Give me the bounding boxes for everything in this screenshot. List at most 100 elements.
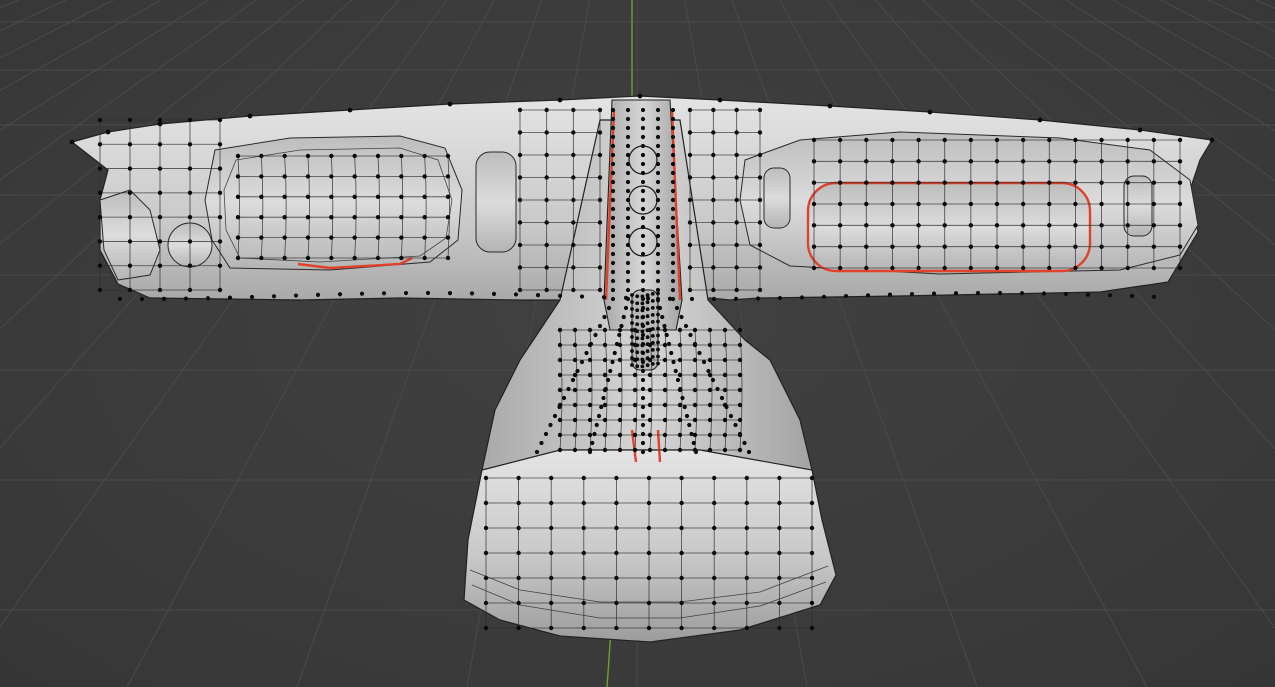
vertex[interactable]: [1151, 180, 1157, 185]
vertex[interactable]: [734, 197, 739, 203]
vertex[interactable]: [588, 341, 594, 347]
vertex[interactable]: [399, 194, 404, 199]
vertex[interactable]: [483, 475, 489, 481]
vertex[interactable]: [994, 223, 1000, 228]
vertex[interactable]: [737, 357, 743, 363]
vertex[interactable]: [646, 625, 652, 631]
vertex[interactable]: [1073, 201, 1078, 207]
vertex[interactable]: [734, 220, 739, 225]
vertex[interactable]: [1099, 159, 1104, 164]
vertex[interactable]: [1177, 265, 1183, 271]
vertex[interactable]: [1177, 201, 1183, 207]
vertex[interactable]: [890, 180, 895, 185]
vertex[interactable]: [1125, 159, 1130, 164]
vertex[interactable]: [422, 255, 427, 261]
vertex[interactable]: [625, 251, 631, 257]
vertex[interactable]: [610, 116, 616, 122]
vertex[interactable]: [517, 130, 523, 135]
vertex[interactable]: [217, 239, 223, 244]
vertex[interactable]: [247, 113, 253, 119]
vertex[interactable]: [581, 500, 586, 506]
vertex[interactable]: [670, 251, 676, 257]
vertex[interactable]: [597, 323, 603, 329]
vertex[interactable]: [942, 244, 947, 249]
vertex[interactable]: [728, 413, 734, 419]
vertex[interactable]: [710, 377, 716, 383]
vertex[interactable]: [614, 341, 620, 347]
vertex[interactable]: [811, 180, 817, 185]
vertex[interactable]: [572, 327, 578, 333]
mesh-right-recess[interactable]: [807, 182, 1091, 272]
vertex[interactable]: [630, 293, 634, 297]
vertex[interactable]: [614, 575, 619, 581]
vertex[interactable]: [621, 314, 626, 320]
vertex[interactable]: [677, 372, 683, 378]
vertex[interactable]: [777, 625, 782, 631]
vertex[interactable]: [679, 314, 684, 320]
vertex[interactable]: [69, 139, 75, 145]
vertex[interactable]: [677, 402, 683, 408]
vertex[interactable]: [630, 363, 634, 367]
vertex[interactable]: [656, 361, 660, 366]
vertex[interactable]: [516, 575, 521, 581]
vertex[interactable]: [399, 255, 404, 261]
vertex[interactable]: [811, 137, 817, 143]
vertex[interactable]: [640, 287, 646, 293]
vertex[interactable]: [375, 255, 381, 261]
vertex[interactable]: [1099, 201, 1104, 207]
vertex[interactable]: [890, 137, 895, 143]
vertex[interactable]: [677, 432, 683, 438]
vertex[interactable]: [1037, 117, 1043, 123]
vertex[interactable]: [1125, 180, 1130, 185]
vertex[interactable]: [282, 174, 287, 179]
vertex[interactable]: [733, 296, 739, 301]
vertex[interactable]: [645, 293, 650, 298]
vertex[interactable]: [799, 295, 805, 300]
vertex[interactable]: [625, 287, 631, 293]
vertex[interactable]: [692, 417, 698, 423]
vertex[interactable]: [994, 137, 1000, 143]
vertex[interactable]: [625, 215, 631, 221]
vertex[interactable]: [597, 287, 603, 293]
vertex[interactable]: [724, 404, 729, 410]
vertex[interactable]: [890, 244, 895, 249]
vertex[interactable]: [587, 327, 593, 333]
vertex[interactable]: [655, 197, 661, 203]
vertex[interactable]: [517, 287, 523, 293]
vertex[interactable]: [655, 260, 661, 266]
vertex[interactable]: [737, 417, 743, 423]
vertex[interactable]: [516, 600, 521, 606]
vertex[interactable]: [722, 357, 728, 363]
vertex[interactable]: [662, 432, 668, 438]
vertex[interactable]: [630, 356, 634, 360]
vertex[interactable]: [635, 343, 640, 348]
vertex[interactable]: [707, 357, 713, 363]
vertex[interactable]: [1177, 223, 1183, 228]
vertex[interactable]: [347, 107, 353, 113]
vertex[interactable]: [517, 175, 523, 180]
vertex[interactable]: [864, 180, 869, 185]
vertex[interactable]: [687, 242, 693, 248]
vertex[interactable]: [445, 215, 451, 220]
vertex[interactable]: [689, 296, 695, 302]
vertex[interactable]: [670, 242, 676, 248]
vertex[interactable]: [315, 292, 321, 297]
vertex[interactable]: [670, 224, 676, 230]
vertex[interactable]: [744, 550, 749, 556]
mesh-right-slot-left[interactable]: [763, 167, 791, 229]
vertex[interactable]: [712, 625, 717, 631]
vertex[interactable]: [593, 332, 598, 338]
vertex[interactable]: [590, 440, 595, 446]
vertex[interactable]: [549, 600, 554, 606]
vertex[interactable]: [679, 475, 684, 481]
vertex[interactable]: [1073, 159, 1078, 164]
vertex[interactable]: [1047, 265, 1052, 271]
vertex[interactable]: [614, 625, 619, 631]
vertex[interactable]: [737, 447, 743, 453]
vertex[interactable]: [640, 308, 645, 313]
vertex[interactable]: [647, 402, 653, 408]
vertex[interactable]: [722, 387, 728, 393]
vertex[interactable]: [1073, 137, 1078, 143]
vertex[interactable]: [671, 359, 676, 365]
vertex[interactable]: [1085, 292, 1091, 297]
